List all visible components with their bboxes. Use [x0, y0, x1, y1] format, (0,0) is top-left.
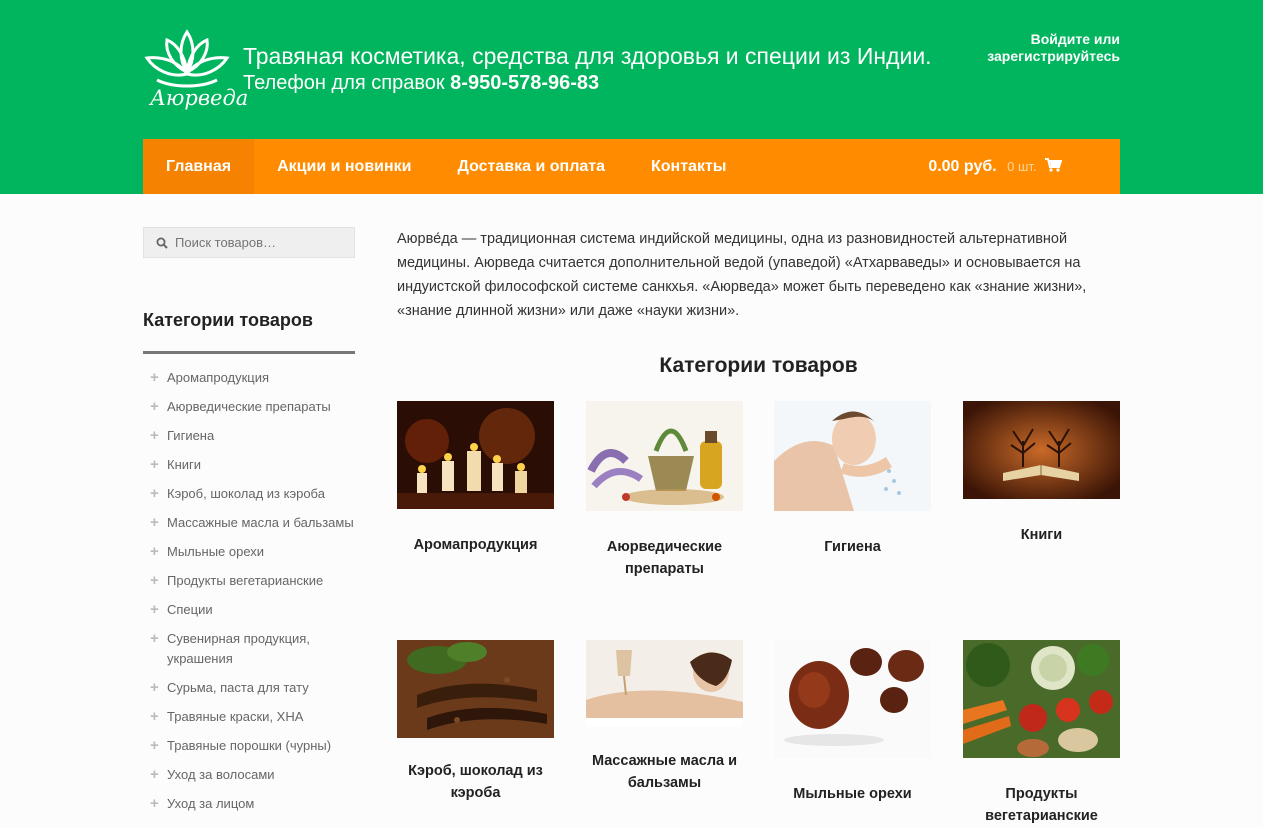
category-label[interactable]: Травяные краски, ХНА	[167, 709, 303, 724]
sidebar-category-item[interactable]: + Аромапродукция	[143, 368, 355, 388]
sidebar-category-item[interactable]: + Специи	[143, 600, 355, 620]
sidebar-category-item[interactable]: + Травяные порошки (чурны)	[143, 736, 355, 756]
category-card-vegetarian[interactable]: Продукты вегетарианские	[963, 640, 1120, 827]
category-card-ayurvedic[interactable]: Аюрведические препараты	[586, 401, 743, 580]
category-label[interactable]: Сувенирная продукция, украшения	[167, 631, 310, 666]
sidebar-category-item[interactable]: + Книги	[143, 455, 355, 475]
sidebar-category-item[interactable]: + Уход за волосами	[143, 765, 355, 785]
plus-icon: +	[150, 795, 159, 812]
plus-icon: +	[150, 737, 159, 754]
sidebar-category-item[interactable]: + Уход за лицом	[143, 794, 355, 814]
plus-icon: +	[150, 398, 159, 415]
sidebar-category-item[interactable]: + Аюрведические препараты	[143, 397, 355, 417]
plus-icon: +	[150, 601, 159, 618]
soap-nuts-image[interactable]	[774, 640, 931, 758]
category-card-label[interactable]: Мыльные орехи	[774, 783, 931, 805]
category-card-label[interactable]: Аюрведические препараты	[586, 536, 743, 580]
candles-image[interactable]	[397, 401, 554, 509]
search-icon	[156, 237, 168, 249]
cart-total[interactable]: 0.00 руб.	[928, 158, 996, 175]
category-card-label[interactable]: Продукты вегетарианские	[963, 783, 1120, 827]
sidebar-category-item[interactable]: + Сувенирная продукция, украшения	[143, 629, 355, 669]
face-wash-image[interactable]	[774, 401, 931, 511]
vegetables-image[interactable]	[963, 640, 1120, 758]
plus-icon: +	[150, 514, 159, 531]
category-card-carob[interactable]: Кэроб, шоколад из кэроба	[397, 640, 554, 804]
category-label[interactable]: Аюрведические препараты	[167, 399, 331, 414]
login-link-line1[interactable]: Войдите или	[987, 31, 1120, 48]
site-header: Аюрведа Травяная косметика, средства для…	[0, 0, 1263, 194]
plus-icon: +	[150, 485, 159, 502]
sidebar: Категории товаров + Аромапродукция + Аюрве…	[143, 227, 355, 823]
plus-icon: +	[150, 679, 159, 696]
category-card-massage[interactable]: Массажные масла и бальзамы	[586, 640, 743, 794]
category-label[interactable]: Сурьма, паста для тату	[167, 680, 309, 695]
category-label[interactable]: Аромапродукция	[167, 370, 269, 385]
intro-text: Аюрве́да — традиционная система индийско…	[397, 231, 1087, 319]
plus-icon: +	[150, 543, 159, 560]
category-label[interactable]: Массажные масла и бальзамы	[167, 515, 354, 530]
book-tree-image[interactable]	[963, 401, 1120, 499]
category-label[interactable]: Продукты вегетарианские	[167, 573, 323, 588]
category-label[interactable]: Специи	[167, 602, 213, 617]
category-card-label[interactable]: Массажные масла и бальзамы	[586, 750, 743, 794]
category-label[interactable]: Кэроб, шоколад из кэроба	[167, 486, 325, 501]
herbs-mortar-image[interactable]	[586, 401, 743, 511]
category-label[interactable]: Уход за волосами	[167, 767, 275, 782]
logo-text: Аюрведа	[150, 86, 249, 110]
category-label[interactable]: Мыльные орехи	[167, 544, 264, 559]
cart-widget[interactable]: 0.00 руб. 0 шт.	[928, 139, 1062, 194]
massage-image[interactable]	[586, 640, 743, 727]
sidebar-category-item[interactable]: + Массажные масла и бальзамы	[143, 513, 355, 533]
cart-count[interactable]: 0 шт.	[1007, 159, 1036, 174]
plus-icon: +	[150, 427, 159, 444]
nav-item-contacts[interactable]: Контакты	[628, 139, 749, 194]
sidebar-category-item[interactable]: + Травяные краски, ХНА	[143, 707, 355, 727]
category-card-hygiene[interactable]: Гигиена	[774, 401, 931, 558]
phone-line: Телефон для справок 8-950-578-96-83	[243, 72, 599, 95]
plus-icon: +	[150, 630, 159, 647]
nav-item-delivery[interactable]: Доставка и оплата	[435, 139, 629, 194]
category-label[interactable]: Уход за лицом	[167, 796, 254, 811]
sidebar-category-item[interactable]: + Сурьма, паста для тату	[143, 678, 355, 698]
main-nav: Главная Акции и новинки Доставка и оплат…	[143, 139, 1120, 194]
search-input[interactable]	[175, 235, 345, 250]
category-card-aroma[interactable]: Аромапродукция	[397, 401, 554, 556]
category-card-label[interactable]: Кэроб, шоколад из кэроба	[397, 760, 554, 804]
category-label[interactable]: Гигиена	[167, 428, 214, 443]
login-link-line2[interactable]: зарегистрируйтесь	[987, 48, 1120, 65]
category-label[interactable]: Книги	[167, 457, 201, 472]
category-label[interactable]: Травяные порошки (чурны)	[167, 738, 331, 753]
category-card-books[interactable]: Книги	[963, 401, 1120, 546]
plus-icon: +	[150, 708, 159, 725]
phone-number[interactable]: 8-950-578-96-83	[450, 72, 599, 94]
nav-item-home[interactable]: Главная	[143, 139, 255, 194]
categories-heading: Категории товаров	[659, 354, 858, 377]
category-list: + Аромапродукция + Аюрведические препараты…	[143, 368, 355, 814]
sidebar-category-item[interactable]: + Продукты вегетарианские	[143, 571, 355, 591]
category-card-label[interactable]: Аромапродукция	[397, 534, 554, 556]
plus-icon: +	[150, 766, 159, 783]
category-card-label[interactable]: Гигиена	[774, 536, 931, 558]
sidebar-title: Категории товаров	[143, 310, 355, 354]
sidebar-category-item[interactable]: + Кэроб, шоколад из кэроба	[143, 484, 355, 504]
phone-label: Телефон для справок	[243, 72, 445, 94]
plus-icon: +	[150, 572, 159, 589]
sidebar-category-item[interactable]: + Гигиена	[143, 426, 355, 446]
site-tagline: Травяная косметика, средства для здоровь…	[243, 43, 932, 69]
nav-item-promotions[interactable]: Акции и новинки	[254, 139, 434, 194]
plus-icon: +	[150, 456, 159, 473]
category-card-soapnuts[interactable]: Мыльные орехи	[774, 640, 931, 805]
cart-icon[interactable]	[1045, 158, 1062, 172]
category-card-label[interactable]: Книги	[963, 524, 1120, 546]
carob-pods-image[interactable]	[397, 640, 554, 738]
plus-icon: +	[150, 369, 159, 386]
sidebar-category-item[interactable]: + Мыльные орехи	[143, 542, 355, 562]
login-register-link[interactable]: Войдите или зарегистрируйтесь	[987, 31, 1120, 65]
main-content: Аюрве́да — традиционная система индийско…	[397, 227, 1120, 824]
product-search[interactable]	[143, 227, 355, 258]
